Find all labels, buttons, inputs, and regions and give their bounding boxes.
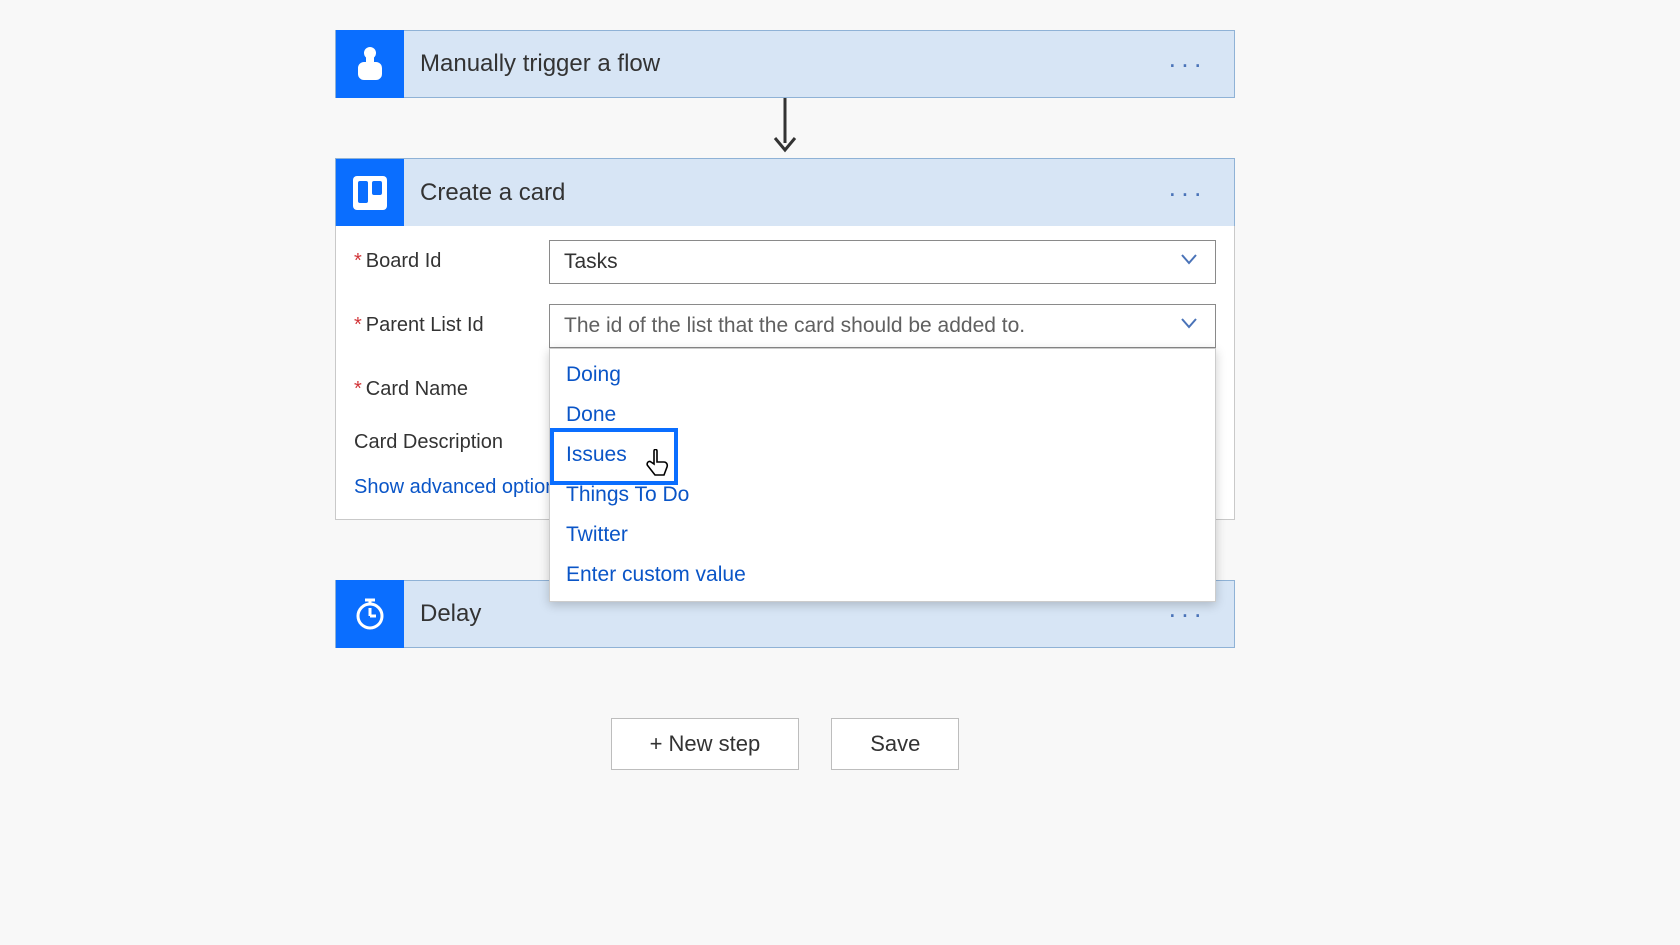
parent-list-label: *Parent List Id [354, 304, 549, 337]
delay-more-icon[interactable]: ··· [1168, 599, 1206, 630]
trigger-card[interactable]: Manually trigger a flow ··· [335, 30, 1235, 98]
footer-actions: + New step Save [335, 718, 1235, 770]
create-card-header[interactable]: Create a card ··· [335, 158, 1235, 226]
trello-icon [336, 159, 404, 227]
dropdown-option-twitter[interactable]: Twitter [550, 515, 1215, 555]
dropdown-option-things-to-do[interactable]: Things To Do [550, 475, 1215, 515]
board-id-label: *Board Id [354, 240, 549, 273]
manual-trigger-icon [336, 30, 404, 98]
create-card-more-icon[interactable]: ··· [1168, 177, 1206, 208]
dropdown-option-issues[interactable]: Issues [550, 435, 1215, 475]
trigger-title: Manually trigger a flow [404, 50, 1234, 78]
flow-canvas: Manually trigger a flow ··· Create a car… [335, 0, 1235, 648]
parent-list-select[interactable]: The id of the list that the card should … [549, 304, 1216, 348]
new-step-button[interactable]: + New step [611, 718, 800, 770]
dropdown-option-doing[interactable]: Doing [550, 355, 1215, 395]
dropdown-option-done[interactable]: Done [550, 395, 1215, 435]
card-desc-label: Card Description [354, 421, 549, 454]
chevron-down-icon [1178, 312, 1200, 340]
save-button[interactable]: Save [831, 718, 959, 770]
board-id-row: *Board Id Tasks [354, 240, 1216, 284]
dropdown-option-custom[interactable]: Enter custom value [550, 555, 1215, 595]
parent-list-dropdown: Doing Done Issues Things To Do Twitter E… [549, 348, 1216, 602]
delay-title: Delay [404, 600, 1234, 628]
delay-icon [336, 580, 404, 648]
trigger-more-icon[interactable]: ··· [1168, 49, 1206, 80]
create-card-title: Create a card [404, 179, 1234, 207]
connector-arrow [335, 98, 1235, 158]
card-name-label: *Card Name [354, 368, 549, 401]
parent-list-row: *Parent List Id The id of the list that … [354, 304, 1216, 348]
board-id-select[interactable]: Tasks [549, 240, 1216, 284]
chevron-down-icon [1178, 248, 1200, 276]
create-card-body: *Board Id Tasks *Parent List Id The id o… [335, 226, 1235, 520]
